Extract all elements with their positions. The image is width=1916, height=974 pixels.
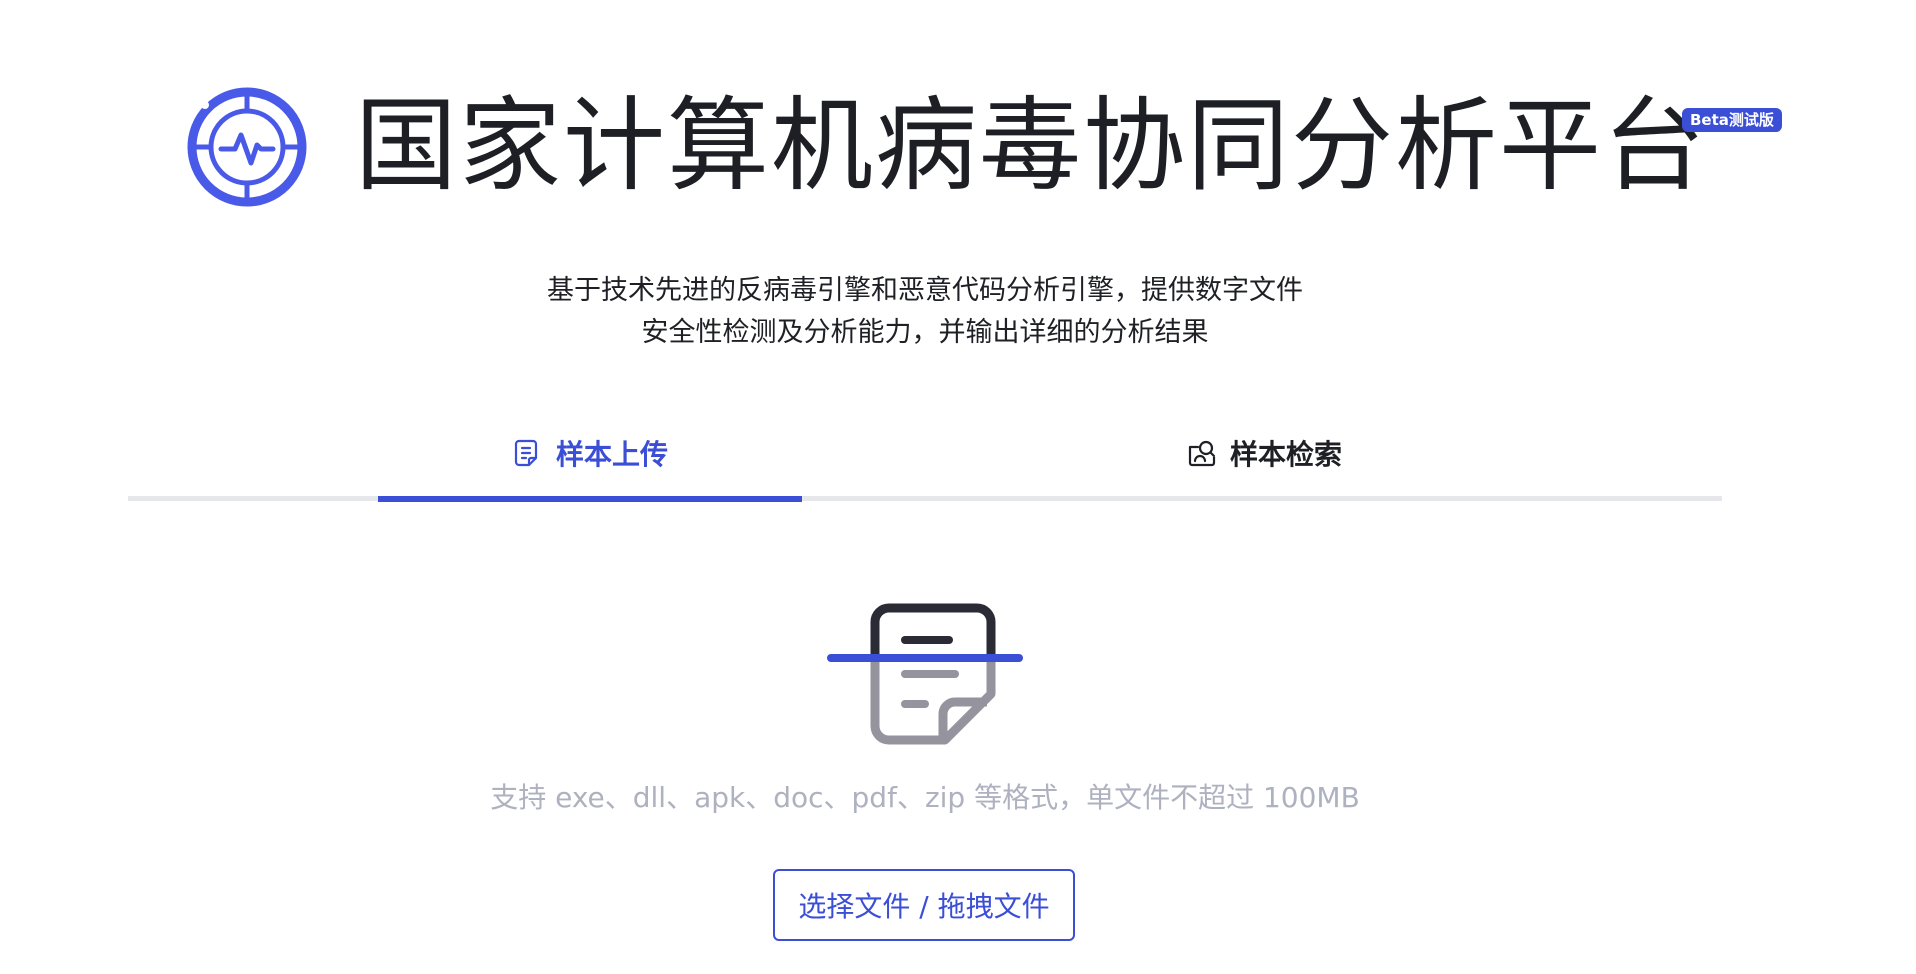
search-user-icon: [1188, 440, 1216, 467]
document-icon: [514, 439, 538, 467]
tab-sample-upload-label: 样本上传: [555, 438, 668, 471]
tab-divider: [128, 496, 1722, 501]
active-tab-indicator: [378, 496, 802, 502]
description-line-1: 基于技术先进的反病毒引擎和恶意代码分析引擎，提供数字文件: [547, 275, 1303, 306]
upload-format-hint: 支持 exe、dll、apk、doc、pdf、zip 等格式，单文件不超过 10…: [490, 781, 1360, 814]
select-file-button[interactable]: 选择文件 / 拖拽文件: [773, 869, 1075, 941]
beta-badge: Beta测试版: [1682, 108, 1782, 132]
page: 国家计算机病毒协同分析平台 Beta测试版 基于技术先进的反病毒引擎和恶意代码分…: [0, 0, 1916, 974]
document-scan-icon: [827, 603, 1023, 745]
platform-description: 基于技术先进的反病毒引擎和恶意代码分析引擎，提供数字文件 安全性检测及分析能力，…: [0, 270, 1850, 354]
header: 国家计算机病毒协同分析平台 Beta测试版: [185, 85, 1785, 220]
tab-sample-search-label: 样本检索: [1229, 438, 1342, 471]
description-line-2: 安全性检测及分析能力，并输出详细的分析结果: [641, 317, 1209, 348]
tab-sample-search[interactable]: 样本检索: [1052, 410, 1476, 496]
page-title: 国家计算机病毒协同分析平台: [355, 87, 1707, 206]
activity-pulse-icon: [187, 87, 307, 207]
tab-bar: 样本上传 样本检索: [128, 410, 1722, 502]
tab-sample-upload[interactable]: 样本上传: [378, 410, 802, 496]
